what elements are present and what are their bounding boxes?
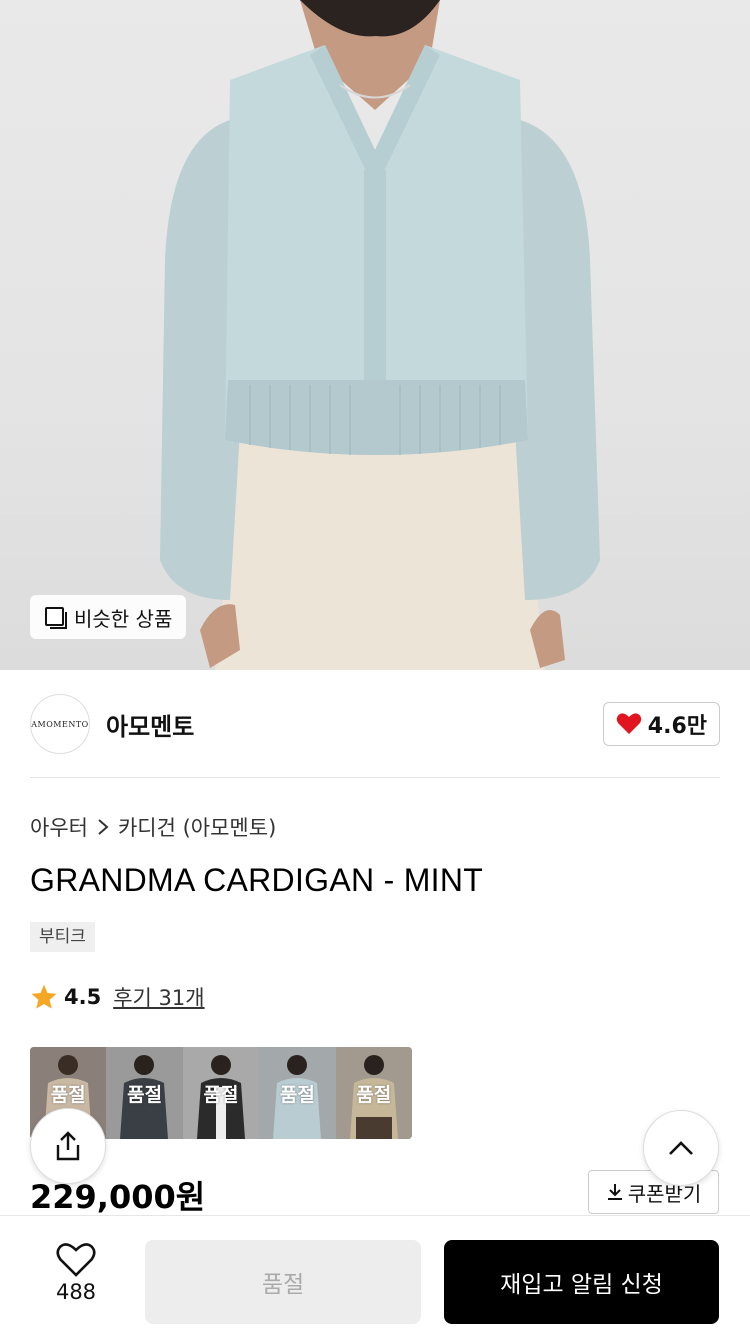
rating-score: 4.5: [64, 985, 102, 1009]
wishlist-count: 488: [55, 1280, 97, 1304]
share-icon: [56, 1131, 80, 1161]
divider: [30, 777, 720, 778]
breadcrumb: 아우터 카디건 (아모멘토): [30, 812, 276, 842]
chevron-right-icon: [98, 819, 109, 835]
breadcrumb-category[interactable]: 아우터: [30, 812, 88, 842]
color-option[interactable]: 품절: [106, 1047, 184, 1139]
scroll-top-button[interactable]: [643, 1110, 719, 1186]
breadcrumb-subcategory[interactable]: 카디건 (아모멘토): [118, 812, 276, 842]
brand-logo-text: AMOMENTO: [31, 719, 89, 729]
star-icon: [31, 984, 57, 1009]
similar-products-button[interactable]: 비슷한 상품: [30, 595, 187, 639]
cardigan-photo: [160, 0, 600, 670]
wishlist-button[interactable]: 488: [38, 1242, 114, 1304]
color-option[interactable]: 품절: [259, 1047, 337, 1139]
similar-products-label: 비슷한 상품: [74, 606, 173, 631]
restock-alert-button[interactable]: 재입고 알림 신청: [444, 1240, 719, 1324]
brand-like-button[interactable]: 4.6만: [602, 702, 720, 746]
soldout-label: 품절: [50, 1083, 86, 1106]
bottom-action-bar: 488 품절 재입고 알림 신청: [0, 1215, 750, 1333]
soldout-label: 품절: [127, 1083, 163, 1106]
brand-logo[interactable]: AMOMENTO: [30, 694, 90, 754]
color-option[interactable]: 품절: [182, 1047, 260, 1139]
soldout-label: 품절: [279, 1083, 315, 1106]
brand-name[interactable]: 아모멘토: [106, 707, 194, 742]
rating: 4.5 후기 31개: [30, 982, 205, 1012]
soldout-label: 품절: [203, 1083, 239, 1106]
chevron-up-icon: [669, 1141, 693, 1155]
color-option[interactable]: 품절: [335, 1047, 412, 1139]
product-title: GRANDMA CARDIGAN - MINT: [30, 862, 484, 898]
like-count: 4.6만: [647, 714, 707, 739]
heart-outline-icon: [56, 1243, 96, 1277]
heart-icon: [616, 713, 642, 734]
share-button[interactable]: [30, 1108, 106, 1184]
boutique-tag: 부티크: [30, 922, 95, 952]
download-icon: [607, 1184, 622, 1200]
product-image[interactable]: 비슷한 상품: [0, 0, 750, 670]
similar-items-icon: [44, 606, 67, 629]
soldout-button[interactable]: 품절: [145, 1240, 421, 1324]
review-link[interactable]: 후기 31개: [113, 982, 204, 1012]
soldout-label: 품절: [356, 1083, 392, 1106]
brand-row: AMOMENTO 아모멘토 4.6만: [30, 693, 720, 755]
